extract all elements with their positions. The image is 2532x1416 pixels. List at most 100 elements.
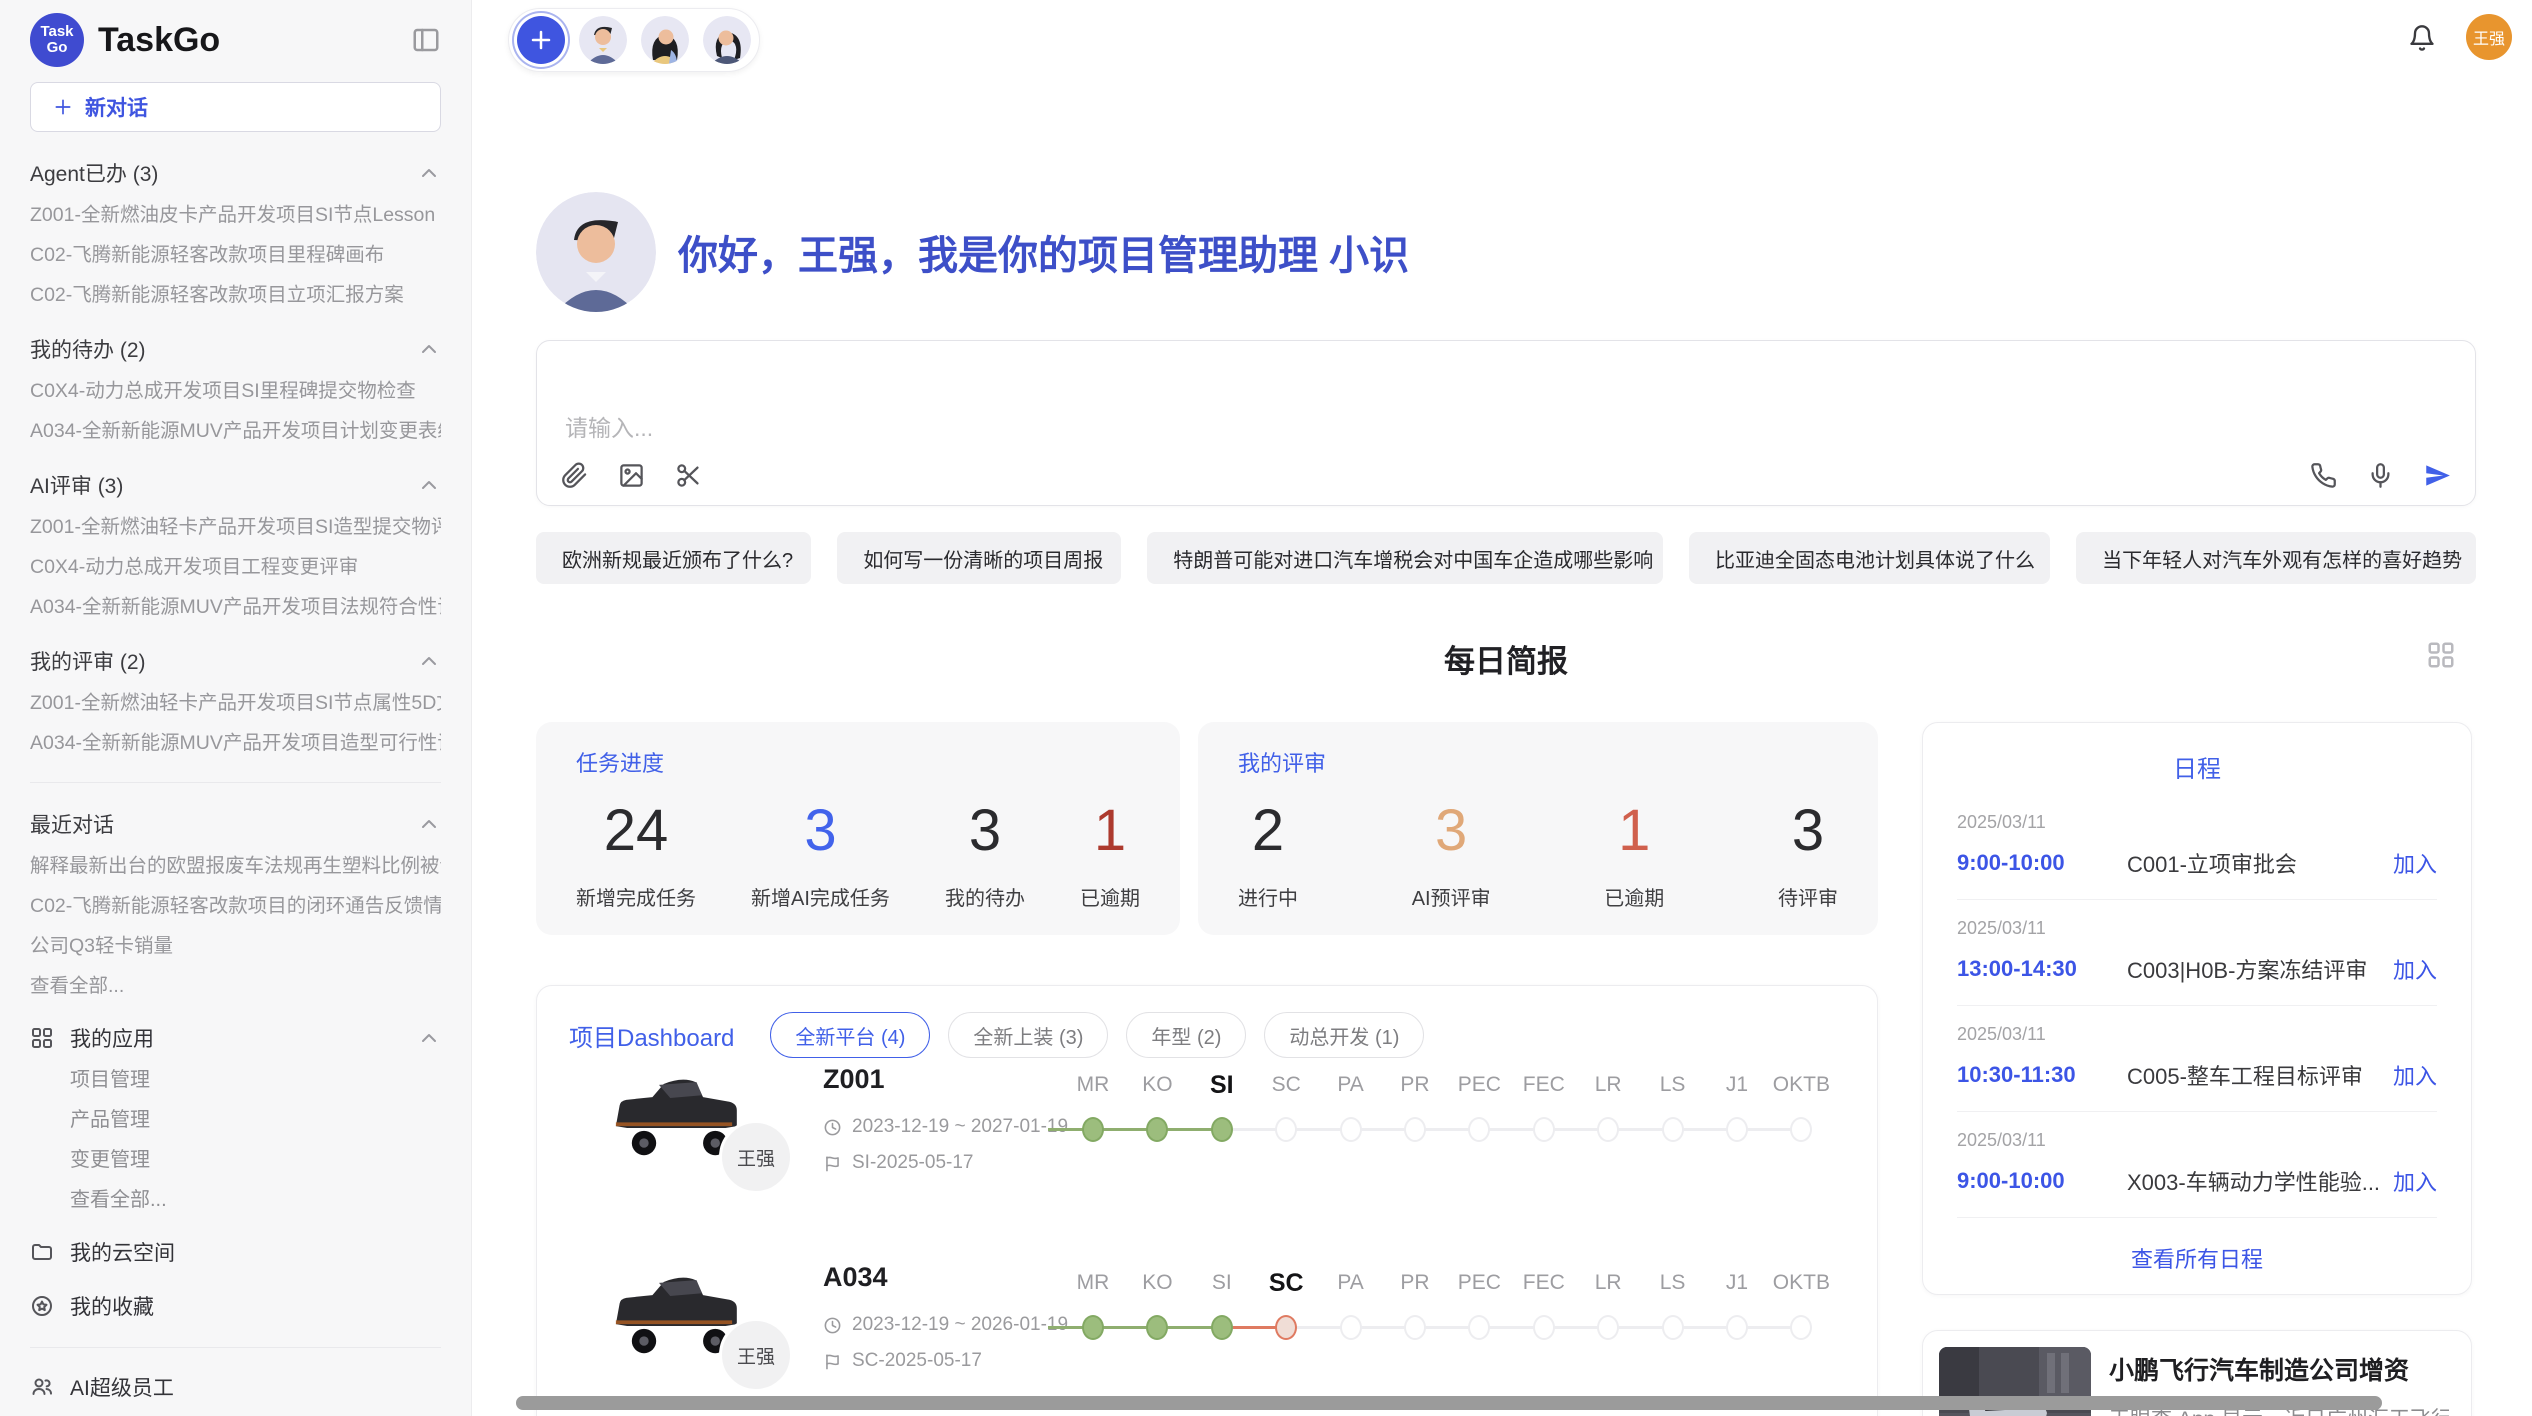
schedule-item: 2025/03/11 9:00-10:00C001-立项审批会加入: [1957, 794, 2437, 900]
sidebar-item[interactable]: C02-飞腾新能源轻客改款项目里程碑画布: [30, 243, 441, 268]
milestone-track: MRKOSISCPAPRPECFECLRLSJ1OKTB: [1048, 1070, 1858, 1170]
plus-icon: [53, 97, 73, 117]
milestone-dot: [1726, 1315, 1748, 1340]
suggestion-chip[interactable]: 欧洲新规最近颁布了什么?: [536, 532, 811, 584]
microphone-icon[interactable]: [2367, 462, 2394, 489]
schedule-card: 日程 2025/03/11 9:00-10:00C001-立项审批会加入 202…: [1922, 722, 2472, 1295]
milestone-label: SI: [1212, 1268, 1232, 1298]
stat: 3待评审: [1778, 796, 1838, 911]
app-item-project-mgmt[interactable]: 项目管理: [70, 1068, 441, 1093]
layout-grid-icon[interactable]: [2426, 640, 2456, 670]
users-icon: [30, 1375, 54, 1399]
stat: 3AI预评审: [1412, 796, 1491, 911]
sidebar-section-my-review[interactable]: 我的评审 (2): [30, 646, 441, 676]
milestone-dot: [1662, 1315, 1684, 1340]
divider: [30, 1347, 441, 1348]
sidebar-my-favorites[interactable]: 我的收藏: [30, 1291, 441, 1321]
milestone-dot: [1404, 1315, 1426, 1340]
project-row[interactable]: 王强 A034 2023-12-19 ~ 2026-01-19 SC-2025-…: [537, 1262, 1877, 1416]
milestone-label: MR: [1077, 1070, 1110, 1100]
milestone-label: SC: [1269, 1268, 1304, 1298]
milestone-dot: [1468, 1117, 1490, 1142]
sidebar-item[interactable]: A034-全新新能源MUV产品开发项目法规符合性评审: [30, 595, 441, 620]
agents-toolbar: [508, 8, 760, 72]
scissors-icon[interactable]: [675, 462, 702, 489]
milestone-label: KO: [1142, 1268, 1172, 1298]
input-placeholder: 请输入...: [565, 409, 653, 443]
sidebar-item[interactable]: Z001-全新燃油皮卡产品开发项目SI节点Lesson Learn报告: [30, 203, 441, 228]
horizontal-scrollbar[interactable]: [516, 1396, 2382, 1410]
apps-view-all[interactable]: 查看全部...: [70, 1188, 441, 1213]
stat: 24新增完成任务: [576, 796, 696, 911]
recent-chat-item[interactable]: 解释最新出台的欧盟报废车法规再生塑料比例被调至15%...: [30, 854, 441, 879]
app-title: TaskGo: [98, 21, 411, 60]
tab-new-body[interactable]: 全新上装 (3): [948, 1012, 1108, 1058]
main-content: 王强 你好，王强，我是你的项目管理助理 小识 请输入... 欧洲新规: [472, 0, 2532, 1416]
phone-icon[interactable]: [2310, 462, 2337, 489]
sidebar-collapse-icon[interactable]: [411, 25, 441, 55]
agent-avatar[interactable]: [641, 16, 689, 64]
tab-powertrain[interactable]: 动总开发 (1): [1264, 1012, 1424, 1058]
sidebar-my-cloud[interactable]: 我的云空间: [30, 1237, 441, 1267]
agent-avatar[interactable]: [579, 16, 627, 64]
milestone-dot: [1211, 1315, 1233, 1340]
join-link[interactable]: 加入: [2393, 953, 2437, 985]
view-all-schedule-link[interactable]: 查看所有日程: [1957, 1242, 2437, 1274]
milestone-label: SI: [1210, 1070, 1234, 1100]
sidebar-item[interactable]: C0X4-动力总成开发项目工程变更评审: [30, 555, 441, 580]
sidebar-item[interactable]: Z001-全新燃油轻卡产品开发项目SI造型提交物评审: [30, 515, 441, 540]
milestone-label: MR: [1077, 1268, 1110, 1298]
image-icon[interactable]: [618, 462, 645, 489]
flag-icon: [823, 1352, 842, 1371]
input-right-actions: [2310, 462, 2451, 489]
project-name: Z001: [823, 1064, 885, 1095]
sidebar-item[interactable]: C0X4-动力总成开发项目SI里程碑提交物检查: [30, 379, 441, 404]
notification-bell-icon[interactable]: [2408, 24, 2436, 52]
sidebar-section-ai-review[interactable]: AI评审 (3): [30, 470, 441, 500]
suggestion-chip[interactable]: 比亚迪全固态电池计划具体说了什么: [1689, 532, 2050, 584]
project-row[interactable]: 王强 Z001 2023-12-19 ~ 2027-01-19 SI-2025-…: [537, 1064, 1877, 1254]
join-link[interactable]: 加入: [2393, 1165, 2437, 1197]
milestone-label: PR: [1400, 1070, 1429, 1100]
recent-chat-item[interactable]: 公司Q3轻卡销量: [30, 934, 441, 959]
sidebar-item[interactable]: A034-全新新能源MUV产品开发项目造型可行性评审: [30, 731, 441, 756]
tab-new-platform[interactable]: 全新平台 (4): [770, 1012, 930, 1058]
chevron-up-icon: [417, 1026, 441, 1050]
user-avatar[interactable]: 王强: [2466, 14, 2512, 60]
milestone-label: OKTB: [1773, 1268, 1830, 1298]
sidebar-item[interactable]: A034-全新新能源MUV产品开发项目计划变更表编写: [30, 419, 441, 444]
join-link[interactable]: 加入: [2393, 847, 2437, 879]
sidebar-item[interactable]: Z001-全新燃油轻卡产品开发项目SI节点属性5D文件评审: [30, 691, 441, 716]
flag-icon: [823, 1154, 842, 1173]
milestone-label: KO: [1142, 1070, 1172, 1100]
app-item-product-mgmt[interactable]: 产品管理: [70, 1108, 441, 1133]
recent-chat-item[interactable]: C02-飞腾新能源轻客改款项目的闭环通告反馈情况: [30, 894, 441, 919]
schedule-title: 日程: [1957, 749, 2437, 784]
join-link[interactable]: 加入: [2393, 1059, 2437, 1091]
agent-avatar[interactable]: [703, 16, 751, 64]
recent-view-all[interactable]: 查看全部...: [30, 974, 441, 999]
project-owner-badge: 王强: [719, 1120, 793, 1194]
app-item-change-mgmt[interactable]: 变更管理: [70, 1148, 441, 1173]
tab-model-year[interactable]: 年型 (2): [1126, 1012, 1246, 1058]
suggestion-chip[interactable]: 当下年轻人对汽车外观有怎样的喜好趋势: [2076, 532, 2476, 584]
milestone-label: LS: [1660, 1070, 1686, 1100]
sidebar-ai-super-staff[interactable]: AI超级员工: [30, 1372, 441, 1402]
attachment-icon[interactable]: [561, 462, 588, 489]
suggestion-chip[interactable]: 特朗普可能对进口汽车增税会对中国车企造成哪些影响: [1147, 532, 1663, 584]
add-agent-button[interactable]: [517, 16, 565, 64]
my-review-card: 我的评审 2进行中 3AI预评审 1已逾期 3待评审: [1198, 722, 1878, 935]
sidebar-item[interactable]: C02-飞腾新能源轻客改款项目立项汇报方案: [30, 283, 441, 308]
suggestion-chips: 欧洲新规最近颁布了什么? 如何写一份清晰的项目周报 特朗普可能对进口汽车增税会对…: [536, 532, 2476, 584]
suggestion-chip[interactable]: 如何写一份清晰的项目周报: [837, 532, 1121, 584]
project-owner-badge: 王强: [719, 1318, 793, 1392]
sidebar-section-recent-chats[interactable]: 最近对话: [30, 809, 441, 839]
send-icon[interactable]: [2424, 462, 2451, 489]
milestone-label: SC: [1272, 1070, 1301, 1100]
chat-input[interactable]: 请输入...: [536, 340, 2476, 506]
sidebar-my-apps[interactable]: 我的应用: [30, 1023, 441, 1053]
sidebar-section-agent-done[interactable]: Agent已办 (3): [30, 158, 441, 188]
new-chat-button[interactable]: 新对话: [30, 82, 441, 132]
milestone-dot: [1211, 1117, 1233, 1142]
sidebar-section-my-todo[interactable]: 我的待办 (2): [30, 334, 441, 364]
